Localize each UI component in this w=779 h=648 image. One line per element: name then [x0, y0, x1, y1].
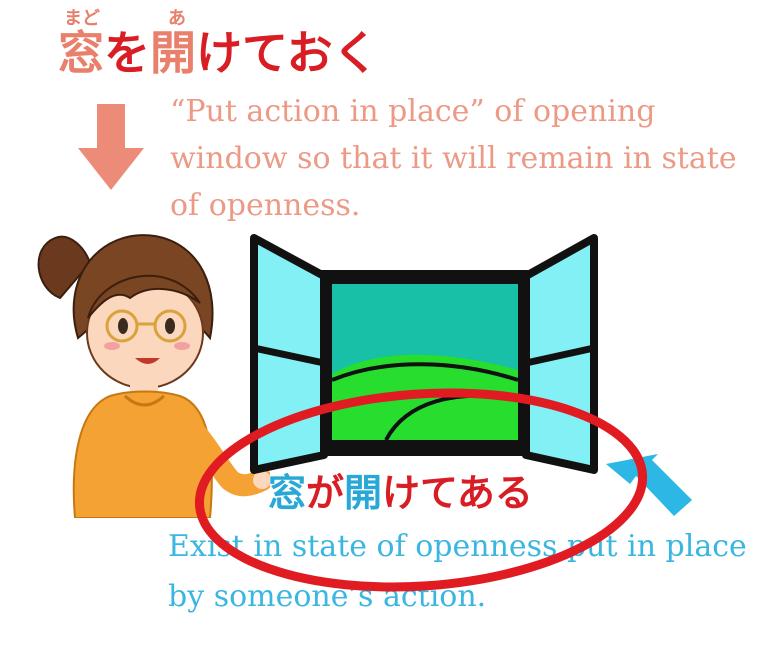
top-heading: 窓を開けておく: [58, 30, 379, 76]
top-heading-kana-1: を: [104, 26, 150, 80]
top-heading-kanji-2: 開: [150, 26, 196, 80]
top-heading-kana-2: けておく: [196, 26, 379, 80]
down-arrow-icon: [78, 104, 144, 190]
red-circle-highlight: [194, 388, 648, 592]
top-description: “Put action in place” of opening window …: [170, 94, 737, 223]
top-heading-kanji-1: 窓: [58, 26, 104, 80]
